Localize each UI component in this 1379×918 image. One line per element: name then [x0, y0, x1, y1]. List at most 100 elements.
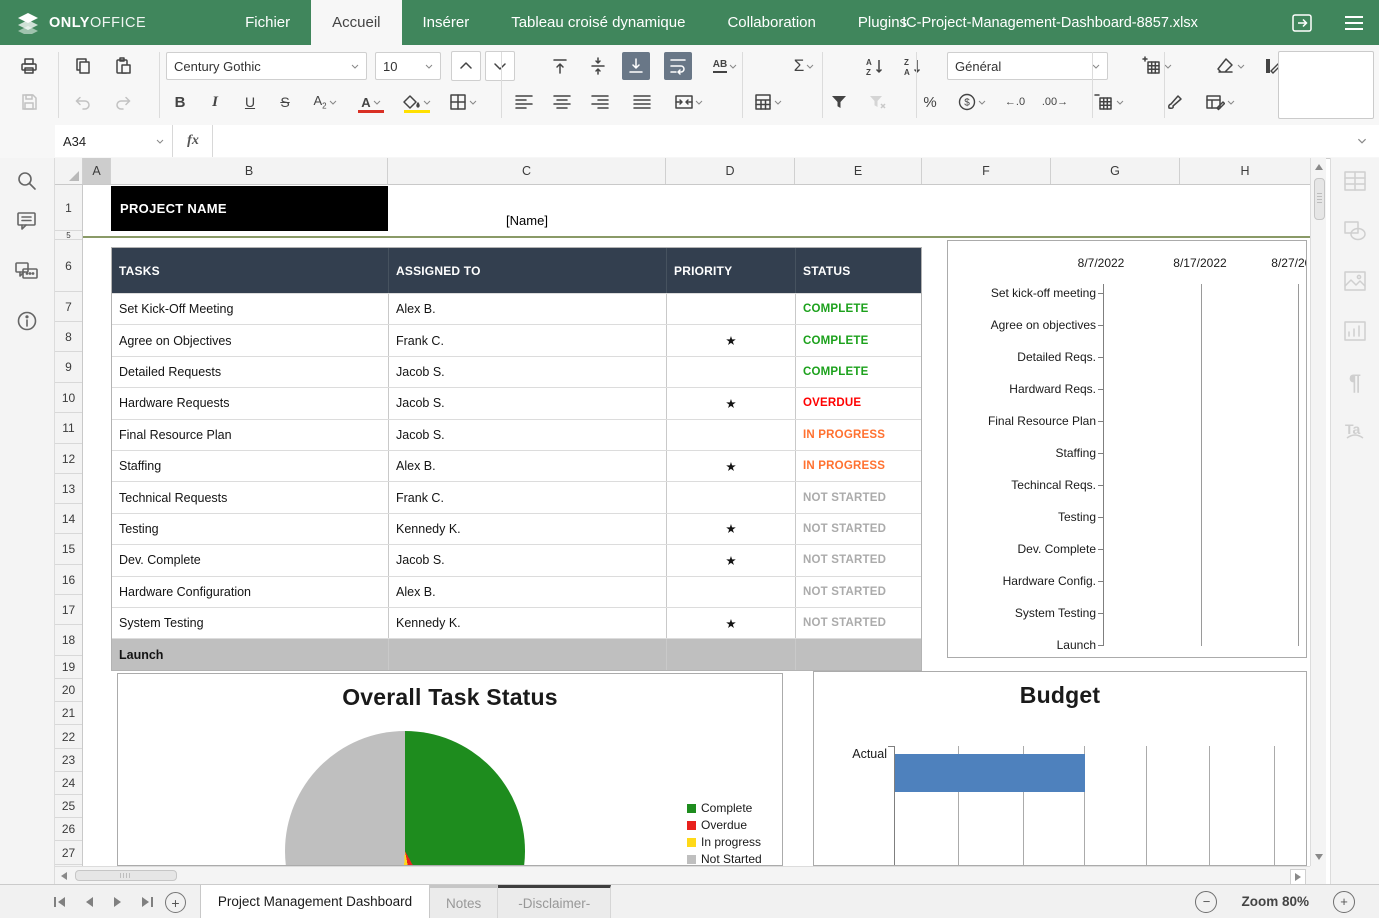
bold-button[interactable]: B — [166, 88, 194, 116]
table-row[interactable]: System Testing Kennedy K. ★ NOT STARTED — [112, 607, 921, 638]
row-header[interactable]: 22 — [55, 725, 82, 749]
align-right-button[interactable] — [586, 88, 614, 116]
task-status-pie-chart[interactable]: Overall Task Status Complete Overdue In … — [117, 673, 783, 866]
priority-cell[interactable]: ★ — [667, 545, 796, 575]
priority-cell[interactable] — [667, 482, 796, 512]
status-cell[interactable]: COMPLETE — [796, 294, 921, 324]
search-icon[interactable] — [16, 170, 38, 192]
assigned-cell[interactable]: Alex B. — [389, 577, 667, 607]
row-header[interactable]: 9 — [55, 352, 82, 383]
row-header[interactable]: 20 — [55, 679, 82, 702]
chat-icon[interactable] — [14, 260, 40, 284]
formula-input[interactable] — [213, 125, 1303, 157]
textart-settings-icon[interactable]: Ta — [1342, 420, 1368, 444]
priority-cell[interactable] — [667, 294, 796, 324]
row-header[interactable]: 14 — [55, 504, 82, 534]
column-header-g[interactable]: G — [1051, 158, 1180, 184]
column-header-h[interactable]: H — [1180, 158, 1310, 184]
column-header-d[interactable]: D — [666, 158, 795, 184]
borders-button[interactable] — [443, 88, 483, 116]
column-header-e[interactable]: E — [795, 158, 922, 184]
assigned-cell[interactable]: Kennedy K. — [389, 514, 667, 544]
hamburger-menu-icon[interactable] — [1340, 9, 1368, 37]
column-header-b[interactable]: B — [111, 158, 388, 184]
row-header[interactable]: 26 — [55, 818, 82, 841]
horizontal-scrollbar[interactable] — [55, 866, 1310, 884]
number-format-combo[interactable]: Général — [947, 52, 1108, 80]
align-top-button[interactable] — [546, 52, 574, 80]
sort-descending-button[interactable]: ZA — [899, 52, 927, 80]
row-header[interactable]: 7 — [55, 292, 82, 322]
task-cell[interactable]: Set Kick-Off Meeting — [112, 294, 389, 324]
assigned-cell[interactable]: Alex B. — [389, 451, 667, 481]
assigned-cell[interactable]: Alex B. — [389, 294, 667, 324]
task-table[interactable]: TASKS ASSIGNED TO PRIORITY STATUS Set Ki… — [111, 247, 922, 671]
assigned-cell[interactable]: Frank C. — [389, 482, 667, 512]
row-header[interactable]: 11 — [55, 413, 82, 444]
priority-cell[interactable]: ★ — [667, 451, 796, 481]
shape-settings-icon[interactable] — [1343, 220, 1367, 242]
scroll-up-icon[interactable] — [1311, 160, 1326, 174]
font-color-button[interactable]: A — [351, 88, 391, 116]
table-row[interactable]: Detailed Requests Jacob S. COMPLETE — [112, 356, 921, 387]
row-header[interactable]: 17 — [55, 595, 82, 625]
task-cell[interactable]: Detailed Requests — [112, 357, 389, 387]
row-header[interactable]: 15 — [55, 534, 82, 565]
increase-font-size-button[interactable] — [451, 51, 481, 81]
last-sheet-icon[interactable] — [139, 894, 155, 910]
task-cell[interactable]: Launch — [112, 639, 389, 670]
task-cell[interactable]: Technical Requests — [112, 482, 389, 512]
paste-button[interactable] — [109, 52, 137, 80]
task-cell[interactable]: Hardware Configuration — [112, 577, 389, 607]
status-cell[interactable]: IN PROGRESS — [796, 451, 921, 481]
assigned-cell[interactable]: Jacob S. — [389, 420, 667, 450]
clear-button[interactable] — [1209, 52, 1251, 80]
table-row-launch[interactable]: Launch — [112, 638, 921, 670]
gantt-chart[interactable]: 8/7/2022 8/17/2022 8/27/2022 Set kick-of… — [947, 240, 1307, 658]
row-header[interactable]: 24 — [55, 772, 82, 795]
sheet-tab-dashboard[interactable]: Project Management Dashboard — [200, 885, 430, 918]
column-header-a[interactable]: A — [83, 158, 111, 184]
priority-cell[interactable] — [667, 420, 796, 450]
horizontal-scroll-thumb[interactable] — [75, 870, 177, 881]
fill-color-button[interactable] — [397, 88, 437, 116]
column-header-c[interactable]: C — [388, 158, 666, 184]
autosum-button[interactable]: Σ — [784, 52, 824, 80]
status-cell[interactable]: NOT STARTED — [796, 514, 921, 544]
assigned-cell[interactable]: Jacob S. — [389, 545, 667, 575]
underline-button[interactable]: U — [236, 88, 264, 116]
scroll-right-icon[interactable] — [1290, 869, 1306, 885]
row-header[interactable]: 6 — [55, 240, 82, 292]
menu-tab-inserer[interactable]: Insérer — [402, 0, 491, 45]
priority-cell[interactable] — [667, 357, 796, 387]
status-cell[interactable]: COMPLETE — [796, 357, 921, 387]
status-cell[interactable]: IN PROGRESS — [796, 420, 921, 450]
sheet-canvas[interactable]: PROJECT NAME [Name] TASKS ASSIGNED TO PR… — [83, 185, 1310, 866]
table-row[interactable]: Set Kick-Off Meeting Alex B. COMPLETE — [112, 293, 921, 324]
cell-style-button[interactable] — [1197, 88, 1243, 116]
merge-cells-button[interactable] — [670, 88, 708, 116]
scroll-down-icon[interactable] — [1311, 850, 1326, 864]
priority-cell[interactable]: ★ — [667, 608, 796, 638]
zoom-in-button[interactable]: + — [1333, 891, 1355, 913]
status-cell[interactable]: NOT STARTED — [796, 482, 921, 512]
chart-settings-icon[interactable] — [1343, 320, 1367, 342]
wrap-text-button[interactable] — [664, 52, 692, 80]
previous-sheet-icon[interactable] — [81, 894, 97, 910]
priority-cell[interactable] — [667, 577, 796, 607]
task-cell[interactable]: Hardware Requests — [112, 388, 389, 418]
clear-filter-button[interactable] — [863, 88, 891, 116]
row-header[interactable]: 16 — [55, 565, 82, 595]
table-settings-icon[interactable] — [1343, 170, 1367, 192]
priority-cell[interactable] — [667, 639, 796, 670]
task-cell[interactable]: Staffing — [112, 451, 389, 481]
vertical-scroll-thumb[interactable] — [1314, 178, 1325, 220]
status-cell[interactable]: NOT STARTED — [796, 608, 921, 638]
save-button[interactable] — [15, 88, 43, 116]
menu-tab-collaboration[interactable]: Collaboration — [706, 0, 836, 45]
zoom-out-button[interactable]: − — [1195, 891, 1217, 913]
scroll-left-icon[interactable] — [57, 869, 71, 883]
add-sheet-button[interactable]: + — [165, 892, 186, 913]
format-painter-button[interactable] — [1161, 88, 1189, 116]
delete-cells-button[interactable] — [1088, 88, 1130, 116]
